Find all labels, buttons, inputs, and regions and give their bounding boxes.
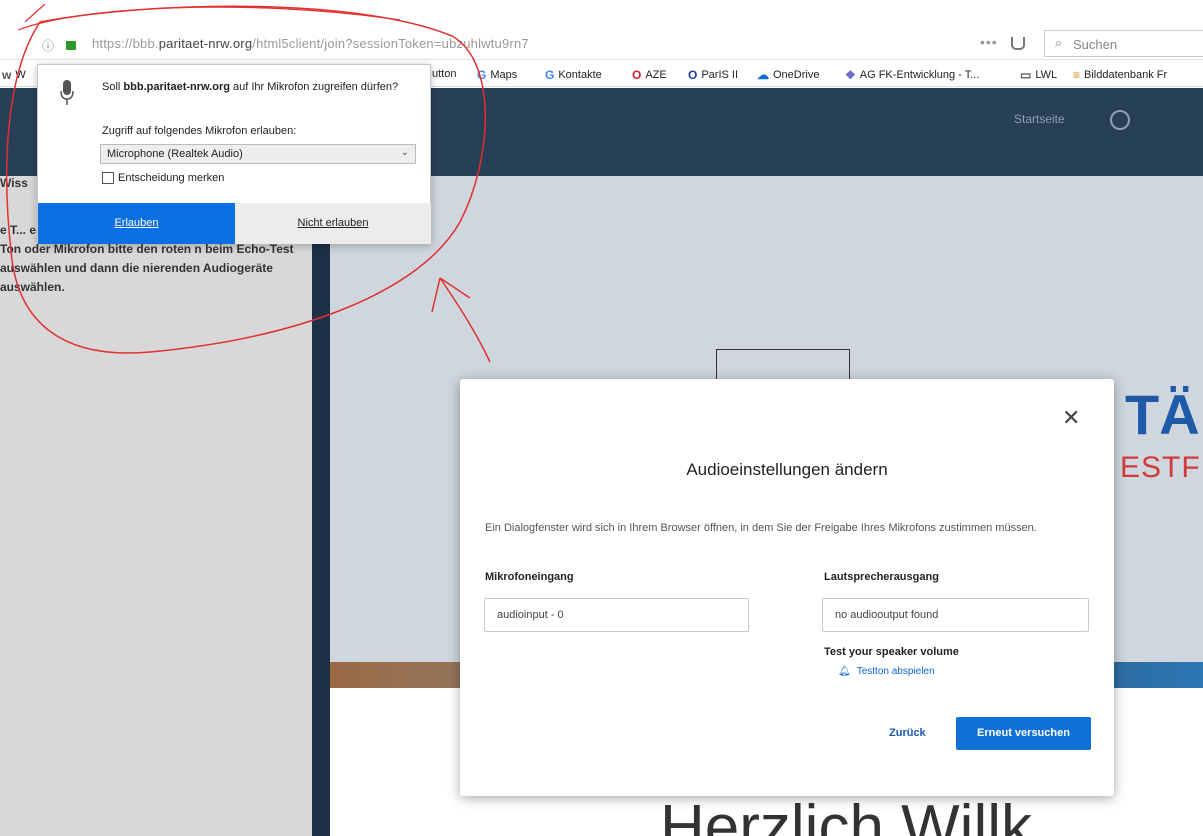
speaker-output-select[interactable]: no audiooutput found xyxy=(822,598,1089,632)
bookmark-onedrive[interactable]: ☁ OneDrive xyxy=(757,68,819,82)
pocket-icon[interactable] xyxy=(1011,37,1025,50)
search-icon: ⌕ xyxy=(1055,35,1063,50)
deny-button[interactable]: Nicht erlauben xyxy=(235,203,431,244)
search-input[interactable]: ⌕ Suchen xyxy=(1044,30,1203,57)
folder-icon: ▭ xyxy=(1020,68,1032,82)
microphone-permission-popup: Soll bbb.paritaet-nrw.org auf Ihr Mikrof… xyxy=(37,64,431,244)
remember-decision-checkbox[interactable]: Entscheidung merken xyxy=(102,172,224,184)
bookmark-item[interactable]: wW xyxy=(2,68,26,82)
bookmark-aze[interactable]: O AZE xyxy=(632,68,667,82)
cloud-icon: ☁ xyxy=(757,68,769,82)
modal-title: Audioeinstellungen ändern xyxy=(686,460,888,479)
modal-description: Ein Dialogfenster wird sich in Ihrem Bro… xyxy=(485,522,1037,534)
sidebar-heading: Wiss xyxy=(0,176,28,190)
url-bar[interactable]: ⓘ https://bbb.paritaet-nrw.org/html5clie… xyxy=(0,28,1203,60)
checkbox-box[interactable] xyxy=(102,172,114,184)
chevron-down-icon: ⌄ xyxy=(400,147,409,158)
lock-icon[interactable] xyxy=(66,41,76,50)
microphone-select[interactable]: Microphone (Realtek Audio) ⌄ xyxy=(100,144,416,164)
url-text[interactable]: https://bbb.paritaet-nrw.org/html5client… xyxy=(92,36,529,51)
back-button[interactable]: Zurück xyxy=(889,727,926,739)
mic-input-select[interactable]: audioinput - 0 xyxy=(484,598,749,632)
bookmark-ag-fk[interactable]: ❖ AG FK-Entwicklung - T... xyxy=(845,68,979,82)
speaker-output-label: Lautsprecherausgang xyxy=(824,571,939,583)
bell-icon: 🔔︎ xyxy=(838,666,851,677)
permission-question: Soll bbb.paritaet-nrw.org auf Ihr Mikrof… xyxy=(102,81,399,93)
google-icon: G xyxy=(545,68,555,82)
header-link[interactable]: Startseite xyxy=(1014,112,1065,126)
bookmark-item[interactable]: utton xyxy=(432,68,456,80)
bookmark-bilddatenbank[interactable]: ≡ Bilddatenbank Fr xyxy=(1073,68,1167,82)
bookmark-kontakte[interactable]: G Kontakte xyxy=(545,68,602,82)
audio-settings-modal: ✕ Audioeinstellungen ändern Ein Dialogfe… xyxy=(460,379,1114,796)
allow-button[interactable]: Erlauben xyxy=(38,203,235,244)
mic-input-label: Mikrofoneingang xyxy=(485,571,574,583)
play-test-sound-link[interactable]: 🔔︎ Testton abspielen xyxy=(838,666,935,677)
speaker-test-label: Test your speaker volume xyxy=(824,646,959,658)
opera-icon: O xyxy=(632,68,642,82)
bookmark-maps[interactable]: G Maps xyxy=(477,68,517,82)
mic-select-label: Zugriff auf folgendes Mikrofon erlauben: xyxy=(102,125,297,137)
close-icon[interactable]: ✕ xyxy=(1062,407,1080,429)
brand-subtitle: ESTF xyxy=(1120,451,1201,484)
google-icon: G xyxy=(477,68,487,82)
microphone-icon xyxy=(60,80,74,105)
sidebar: Wiss e T... e den Echo-Test richtig durc… xyxy=(0,176,312,836)
page-actions-icon[interactable]: ••• xyxy=(980,34,998,50)
brand-logo-text: TÄ xyxy=(1125,383,1200,446)
panel-divider xyxy=(312,176,330,836)
info-icon[interactable]: ⓘ xyxy=(42,37,54,54)
list-icon: ≡ xyxy=(1073,68,1081,82)
welcome-heading: Herzlich Willk xyxy=(660,793,1032,836)
user-icon[interactable] xyxy=(1110,110,1130,130)
teams-icon: ❖ xyxy=(845,68,856,82)
bookmark-paris[interactable]: O ParIS II xyxy=(688,68,738,82)
ring-icon: O xyxy=(688,68,698,82)
retry-button[interactable]: Erneut versuchen xyxy=(956,717,1091,750)
bookmark-lwl[interactable]: ▭ LWL xyxy=(1020,68,1057,82)
